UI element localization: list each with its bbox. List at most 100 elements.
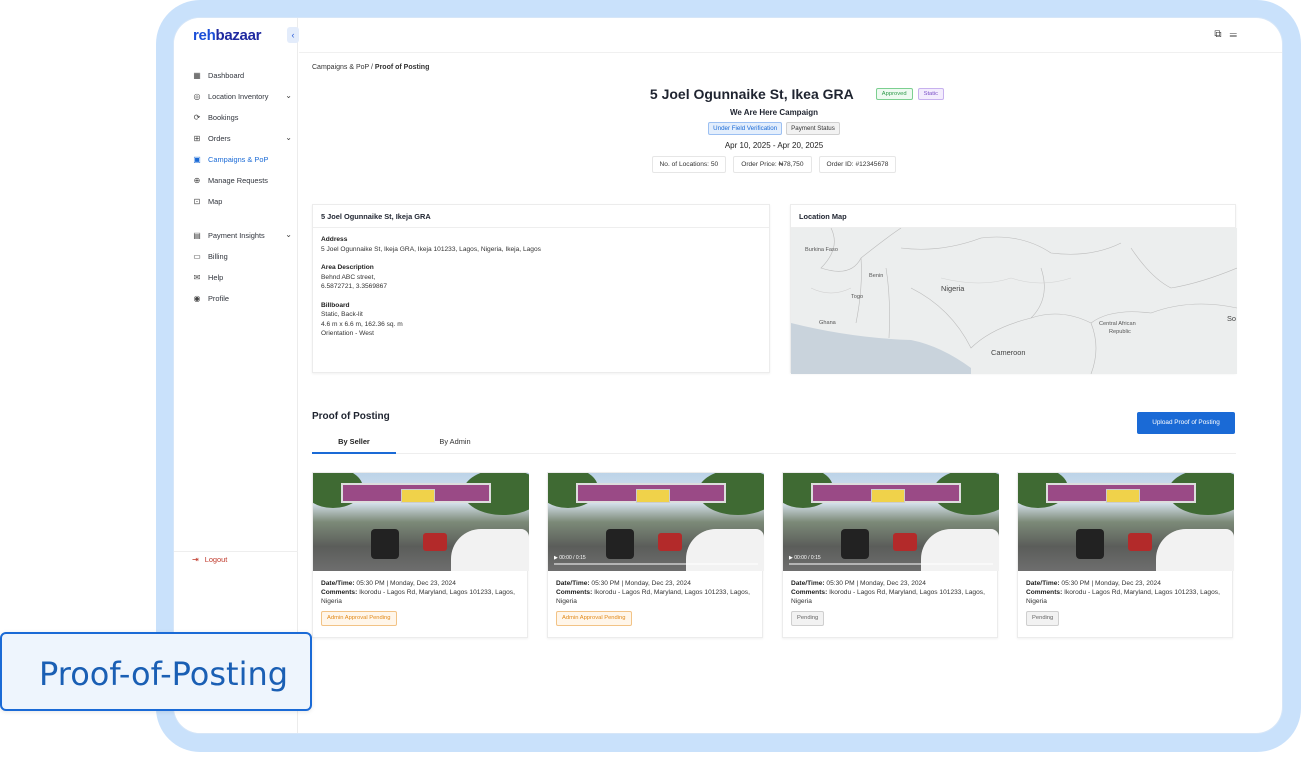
location-map[interactable]: Burkina Faso Benin Nigeria Togo Ghana Ce… xyxy=(791,228,1237,374)
billboard-line-3: Orientation - West xyxy=(321,330,375,337)
campaign-name: We Are Here Campaign xyxy=(729,108,819,117)
locations-count: No. of Locations: 50 xyxy=(651,156,727,173)
proof-card[interactable]: Date/Time: 05:30 PM | Monday, Dec 23, 20… xyxy=(1017,472,1234,638)
feature-callout-label: Proof-of-Posting xyxy=(39,655,289,693)
field-verification-status: Under Field Verification xyxy=(708,122,783,135)
map-label-car-1: Central African xyxy=(1099,321,1136,327)
map-label-burkina: Burkina Faso xyxy=(805,247,838,253)
settings-sliders-icon[interactable]: ☰ xyxy=(1230,29,1246,40)
payment-status: Payment Status xyxy=(786,122,840,135)
area-line-2: 6.5872721, 3.3569867 xyxy=(321,283,388,290)
chevron-down-icon: ⌄ xyxy=(285,91,292,100)
logout-button[interactable]: ⇥ Logout xyxy=(192,555,227,564)
pop-tabs: By Seller By Admin xyxy=(312,433,1236,454)
proof-of-posting-title: Proof of Posting xyxy=(312,411,390,422)
proof-video[interactable]: ▶ 00:00 / 0:15 xyxy=(783,473,999,571)
sidebar-nav: ▦ Dashboard ◎ Location Inventory ⌄ ⟳ Booking… xyxy=(192,65,296,309)
map-label-togo: Togo xyxy=(851,294,864,300)
sidebar-item-bookings[interactable]: ⟳ Bookings xyxy=(192,107,296,128)
datetime-value: 05:30 PM | Monday, Dec 23, 2024 xyxy=(589,580,691,587)
sidebar-item-map[interactable]: ⊡ Map xyxy=(192,191,296,212)
datetime-label: Date/Time: xyxy=(791,580,825,587)
sidebar: rehbazaar ‹ ▦ Dashboard ◎ Location Invento… xyxy=(174,18,299,733)
status-badge: Admin Approval Pending xyxy=(556,611,632,626)
datetime-value: 05:30 PM | Monday, Dec 23, 2024 xyxy=(354,580,456,587)
address-label: Address xyxy=(321,236,348,243)
video-time: ▶ 00:00 / 0:15 xyxy=(554,555,586,561)
sidebar-divider xyxy=(174,551,298,552)
datetime-value: 05:30 PM | Monday, Dec 23, 2024 xyxy=(1059,580,1161,587)
comments-label: Comments: xyxy=(321,589,358,596)
tab-by-admin[interactable]: By Admin xyxy=(413,437,497,454)
tab-by-seller[interactable]: By Seller xyxy=(312,437,396,454)
upload-proof-button[interactable]: Upload Proof of Posting xyxy=(1137,412,1235,434)
map-label-car-2: Republic xyxy=(1109,329,1131,335)
map-label-cameroon: Cameroon xyxy=(991,348,1026,357)
video-time: ▶ 00:00 / 0:15 xyxy=(789,555,821,561)
proof-card[interactable]: Date/Time: 05:30 PM | Monday, Dec 23, 20… xyxy=(312,472,529,638)
comments-label: Comments: xyxy=(556,589,593,596)
sidebar-item-profile[interactable]: ◉ Profile xyxy=(192,288,296,309)
map-icon: ⊡ xyxy=(193,197,201,206)
app-window: rehbazaar ‹ ▦ Dashboard ◎ Location Invento… xyxy=(174,18,1282,733)
feature-callout: Proof-of-Posting xyxy=(0,632,312,711)
collapse-sidebar-button[interactable]: ‹ xyxy=(287,27,299,43)
logout-icon: ⇥ xyxy=(192,555,199,564)
billing-icon: ▭ xyxy=(193,252,201,261)
external-link-icon[interactable]: ⧉ xyxy=(1214,29,1229,40)
map-label-ghana: Ghana xyxy=(819,320,836,326)
billboard-line-1: Static, Back-lit xyxy=(321,311,363,318)
billboard-line-2: 4.6 m x 6.6 m, 162.36 sq. m xyxy=(321,320,403,328)
map-label-edge: So xyxy=(1227,314,1237,323)
proof-card[interactable]: ▶ 00:00 / 0:15 Date/Time: 05:30 PM | Mon… xyxy=(782,472,999,638)
chevron-down-icon: ⌄ xyxy=(285,133,292,142)
approved-badge: Approved xyxy=(875,88,913,100)
sidebar-item-billing[interactable]: ▭ Billing xyxy=(192,246,296,267)
requests-icon: ⊕ xyxy=(193,176,201,185)
location-icon: ◎ xyxy=(193,92,201,101)
breadcrumb-current: Proof of Posting xyxy=(374,64,430,71)
sidebar-item-campaigns[interactable]: ▣ Campaigns & PoP xyxy=(192,149,296,170)
video-progress[interactable] xyxy=(554,563,758,565)
datetime-label: Date/Time: xyxy=(556,580,590,587)
campaigns-icon: ▣ xyxy=(193,155,201,164)
orders-icon: ⊞ xyxy=(193,134,201,143)
area-line-1: Behnd ABC street, xyxy=(321,273,376,281)
location-details-card: 5 Joel Ogunnaike St, Ikeja GRA Address 5… xyxy=(312,204,770,373)
breadcrumb-parent[interactable]: Campaigns & PoP / xyxy=(312,64,375,71)
location-map-card: Location Map Burkina Faso Benin Nigeria … xyxy=(790,204,1237,374)
proof-photo[interactable] xyxy=(1018,473,1234,571)
proof-photo[interactable] xyxy=(313,473,529,571)
sidebar-item-location-inventory[interactable]: ◎ Location Inventory ⌄ xyxy=(192,86,296,107)
comments-label: Comments: xyxy=(791,589,828,596)
bookings-icon: ⟳ xyxy=(193,113,201,122)
datetime-value: 05:30 PM | Monday, Dec 23, 2024 xyxy=(824,580,926,587)
grid-icon: ▦ xyxy=(193,71,201,80)
sidebar-item-manage-requests[interactable]: ⊕ Manage Requests xyxy=(192,170,296,191)
sidebar-item-dashboard[interactable]: ▦ Dashboard xyxy=(192,65,296,86)
billboard-label: Billboard xyxy=(321,301,350,309)
topbar: ⧉☰ xyxy=(299,18,1282,53)
campaign-header: 5 Joel Ogunnaike St, Ikea GRA Approved S… xyxy=(312,85,1236,173)
address-value: 5 Joel Ogunnaike St, Ikeja GRA, Ikeja 10… xyxy=(321,245,541,253)
map-label-nigeria: Nigeria xyxy=(941,284,965,293)
order-price: Order Price: ₦78,750 xyxy=(733,156,812,173)
map-label-benin: Benin xyxy=(869,273,884,279)
status-badge: Pending xyxy=(1026,611,1060,626)
datetime-label: Date/Time: xyxy=(1026,580,1060,587)
sidebar-item-help[interactable]: ✉ Help xyxy=(192,267,296,288)
brand-logo[interactable]: rehbazaar xyxy=(193,27,261,44)
sidebar-item-orders[interactable]: ⊞ Orders ⌄ xyxy=(192,128,296,149)
sidebar-item-payment-insights[interactable]: ▤ Payment Insights ⌄ xyxy=(192,225,296,246)
page-title: 5 Joel Ogunnaike St, Ikea GRA xyxy=(649,86,854,102)
location-map-title: Location Map xyxy=(791,205,1235,228)
datetime-label: Date/Time: xyxy=(321,580,355,587)
main-content: Campaigns & PoP / Proof of Posting 5 Joe… xyxy=(312,53,1237,733)
video-progress[interactable] xyxy=(789,563,993,565)
proof-video[interactable]: ▶ 00:00 / 0:15 xyxy=(548,473,764,571)
comments-label: Comments: xyxy=(1026,589,1063,596)
proof-card[interactable]: ▶ 00:00 / 0:15 Date/Time: 05:30 PM | Mon… xyxy=(547,472,764,638)
profile-icon: ◉ xyxy=(193,294,201,303)
area-label: Area Description xyxy=(321,264,374,271)
date-range: Apr 10, 2025 - Apr 20, 2025 xyxy=(724,141,824,150)
